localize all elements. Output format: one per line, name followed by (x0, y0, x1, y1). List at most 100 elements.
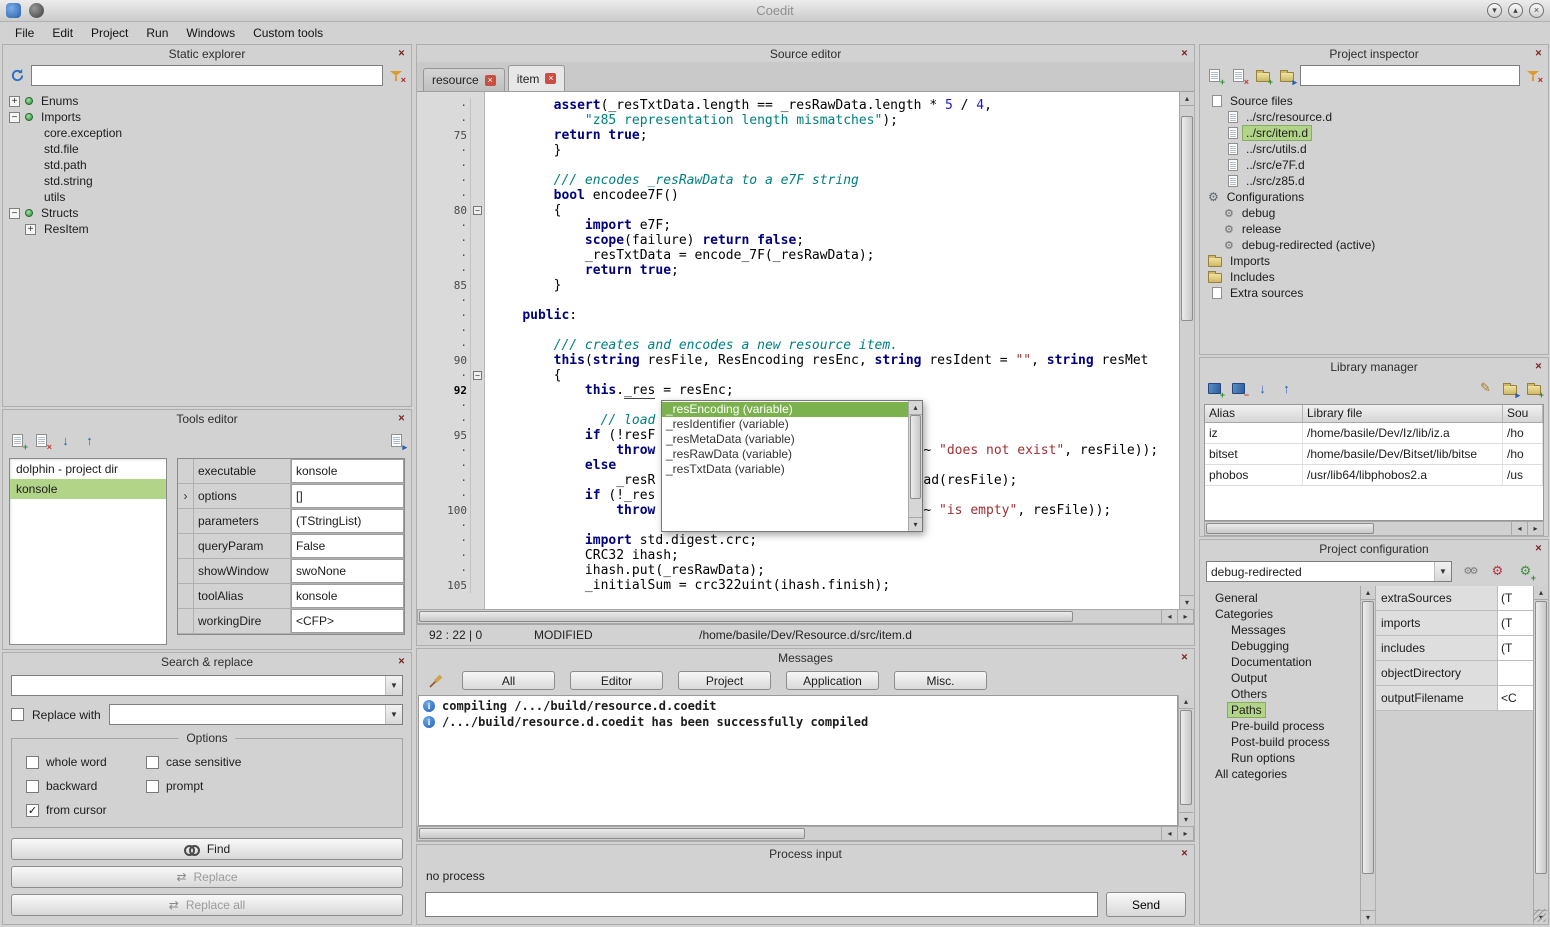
process-input-field[interactable] (425, 892, 1098, 917)
library-column-header[interactable]: Library file (1303, 405, 1503, 422)
fold-collapse-icon[interactable]: − (473, 371, 482, 380)
close-panel-icon[interactable]: × (395, 412, 408, 425)
editor-tab-resource[interactable]: resource× (423, 68, 505, 91)
menu-item-file[interactable]: File (6, 23, 43, 43)
send-button[interactable]: Send (1106, 892, 1186, 917)
messages-filter-project[interactable]: Project (678, 671, 771, 690)
code-line[interactable] (491, 158, 1179, 173)
static-tree-item[interactable]: +Enums (3, 93, 411, 109)
libraries-table[interactable]: AliasLibrary fileSou iz/home/basile/Dev/… (1204, 404, 1544, 521)
filter-button[interactable]: × (386, 65, 407, 86)
menu-item-windows[interactable]: Windows (177, 23, 244, 43)
library-from-project-button[interactable]: + (1523, 378, 1544, 399)
code-line[interactable]: import std.digest.crc; (491, 533, 1179, 548)
config-category[interactable]: Pre-build process (1200, 718, 1360, 734)
code-line[interactable]: return true; (491, 263, 1179, 278)
scrollbar-thumb[interactable] (419, 828, 805, 839)
project-tree-item[interactable]: Imports (1200, 253, 1548, 269)
vertical-scrollbar[interactable]: ▴ ▾ (1178, 695, 1193, 826)
vertical-scrollbar[interactable]: ▴ ▾ (1360, 586, 1375, 924)
static-tree-item[interactable]: −Structs (3, 205, 411, 221)
code-line[interactable]: } (491, 278, 1179, 293)
scroll-down-icon[interactable]: ▾ (1361, 910, 1375, 924)
config-category[interactable]: Others (1200, 686, 1360, 702)
property-value[interactable]: [] (291, 484, 404, 508)
config-category[interactable]: Output (1200, 670, 1360, 686)
option-backward[interactable]: backward (26, 779, 146, 793)
messages-filter-editor[interactable]: Editor (570, 671, 663, 690)
refresh-button[interactable] (7, 65, 28, 86)
editor-tab-item[interactable]: item× (508, 65, 566, 91)
clone-tool-button[interactable]: ▸ (386, 430, 407, 451)
message-row[interactable]: icompiling /.../build/resource.d.coedit (423, 698, 1173, 714)
close-panel-icon[interactable]: × (1178, 47, 1191, 60)
property-value[interactable]: (T (1498, 636, 1533, 660)
scroll-left-icon[interactable]: ◂ (1161, 610, 1177, 623)
project-tree-item[interactable]: ../src/resource.d (1200, 109, 1548, 125)
tab-close-icon[interactable]: × (485, 75, 496, 86)
project-tree-item[interactable]: ⚙debug (1200, 205, 1548, 221)
menu-item-custom-tools[interactable]: Custom tools (244, 23, 332, 43)
open-folder-button[interactable]: ▸ (1276, 65, 1297, 86)
dropdown-arrow-icon[interactable]: ▼ (385, 676, 402, 695)
scroll-right-icon[interactable]: ▸ (1177, 610, 1193, 623)
property-value[interactable]: swoNone (291, 559, 404, 583)
messages-filter-misc[interactable]: Misc. (894, 671, 987, 690)
vertical-scrollbar[interactable]: ▴ ▾ (1179, 92, 1194, 609)
dropdown-arrow-icon[interactable]: ▼ (385, 705, 402, 724)
scroll-up-icon[interactable]: ▴ (1180, 92, 1194, 106)
find-button[interactable]: Find (11, 838, 403, 860)
property-value[interactable] (1498, 661, 1533, 685)
move-tool-down-button[interactable]: ↓ (55, 430, 76, 451)
completion-item[interactable]: _resMetaData (variable) (662, 432, 908, 447)
message-row[interactable]: i/.../build/resource.d.coedit has been s… (423, 714, 1173, 730)
tree-expander-icon[interactable]: − (9, 208, 20, 219)
scrollbar-thumb[interactable] (1206, 523, 1374, 534)
checkbox-icon[interactable]: ✓ (26, 804, 39, 817)
project-tree-item[interactable]: Includes (1200, 269, 1548, 285)
scroll-down-icon[interactable]: ▾ (1180, 595, 1194, 609)
window-menu-icon[interactable] (29, 3, 44, 18)
close-panel-icon[interactable]: × (1532, 360, 1545, 373)
configuration-select[interactable]: debug-redirected ▼ (1206, 561, 1452, 582)
code-line[interactable]: public: (491, 308, 1179, 323)
library-from-folder-button[interactable]: ▸ (1499, 378, 1520, 399)
static-tree-item[interactable]: −Imports (3, 109, 411, 125)
add-configuration-button[interactable]: ⚙+ (1515, 561, 1536, 582)
code-line[interactable]: "z85 representation length mismatches"); (491, 113, 1179, 128)
scroll-up-icon[interactable]: ▴ (1179, 695, 1193, 709)
config-category[interactable]: Categories (1200, 606, 1360, 622)
tools-list[interactable]: dolphin - project dirkonsole (9, 458, 167, 645)
completion-item[interactable]: _resRawData (variable) (662, 447, 908, 462)
dropdown-arrow-icon[interactable]: ▼ (1434, 562, 1451, 581)
option-whole-word[interactable]: whole word (26, 755, 146, 769)
property-value[interactable]: <C (1498, 686, 1533, 710)
close-panel-icon[interactable]: × (1532, 47, 1545, 60)
tree-expander-icon[interactable]: + (25, 224, 36, 235)
fold-collapse-icon[interactable]: − (473, 206, 482, 215)
vertical-scrollbar[interactable]: ▴ ▾ (908, 401, 922, 531)
static-tree-item[interactable]: std.file (3, 141, 411, 157)
symbol-search-input[interactable] (31, 65, 383, 86)
static-tree-item[interactable]: core.exception (3, 125, 411, 141)
code-line[interactable]: scope(failure) return false; (491, 233, 1179, 248)
close-panel-icon[interactable]: × (1532, 542, 1545, 555)
menu-item-edit[interactable]: Edit (43, 23, 82, 43)
code-line[interactable]: { (491, 368, 1179, 383)
sync-configurations-button[interactable]: ⚙⚙ (1459, 561, 1480, 582)
property-value[interactable]: (TStringList) (291, 509, 404, 533)
project-tree-item[interactable]: ../src/e7F.d (1200, 157, 1548, 173)
scroll-down-icon[interactable]: ▾ (909, 517, 922, 531)
remove-library-button[interactable]: − (1228, 378, 1249, 399)
messages-filter-application[interactable]: Application (786, 671, 879, 690)
config-category[interactable]: Debugging (1200, 638, 1360, 654)
library-row[interactable]: bitset/home/basile/Dev/Bitset/lib/bitse/… (1205, 444, 1543, 465)
move-tool-up-button[interactable]: ↑ (79, 430, 100, 451)
completion-item[interactable]: _resIdentifier (variable) (662, 417, 908, 432)
add-library-button[interactable]: + (1204, 378, 1225, 399)
checkbox-icon[interactable] (26, 756, 39, 769)
option-prompt[interactable]: prompt (146, 779, 392, 793)
clear-messages-button[interactable] (425, 670, 446, 691)
horizontal-scrollbar[interactable]: ◂ ▸ (1204, 521, 1544, 536)
config-category[interactable]: Paths (1200, 702, 1360, 718)
